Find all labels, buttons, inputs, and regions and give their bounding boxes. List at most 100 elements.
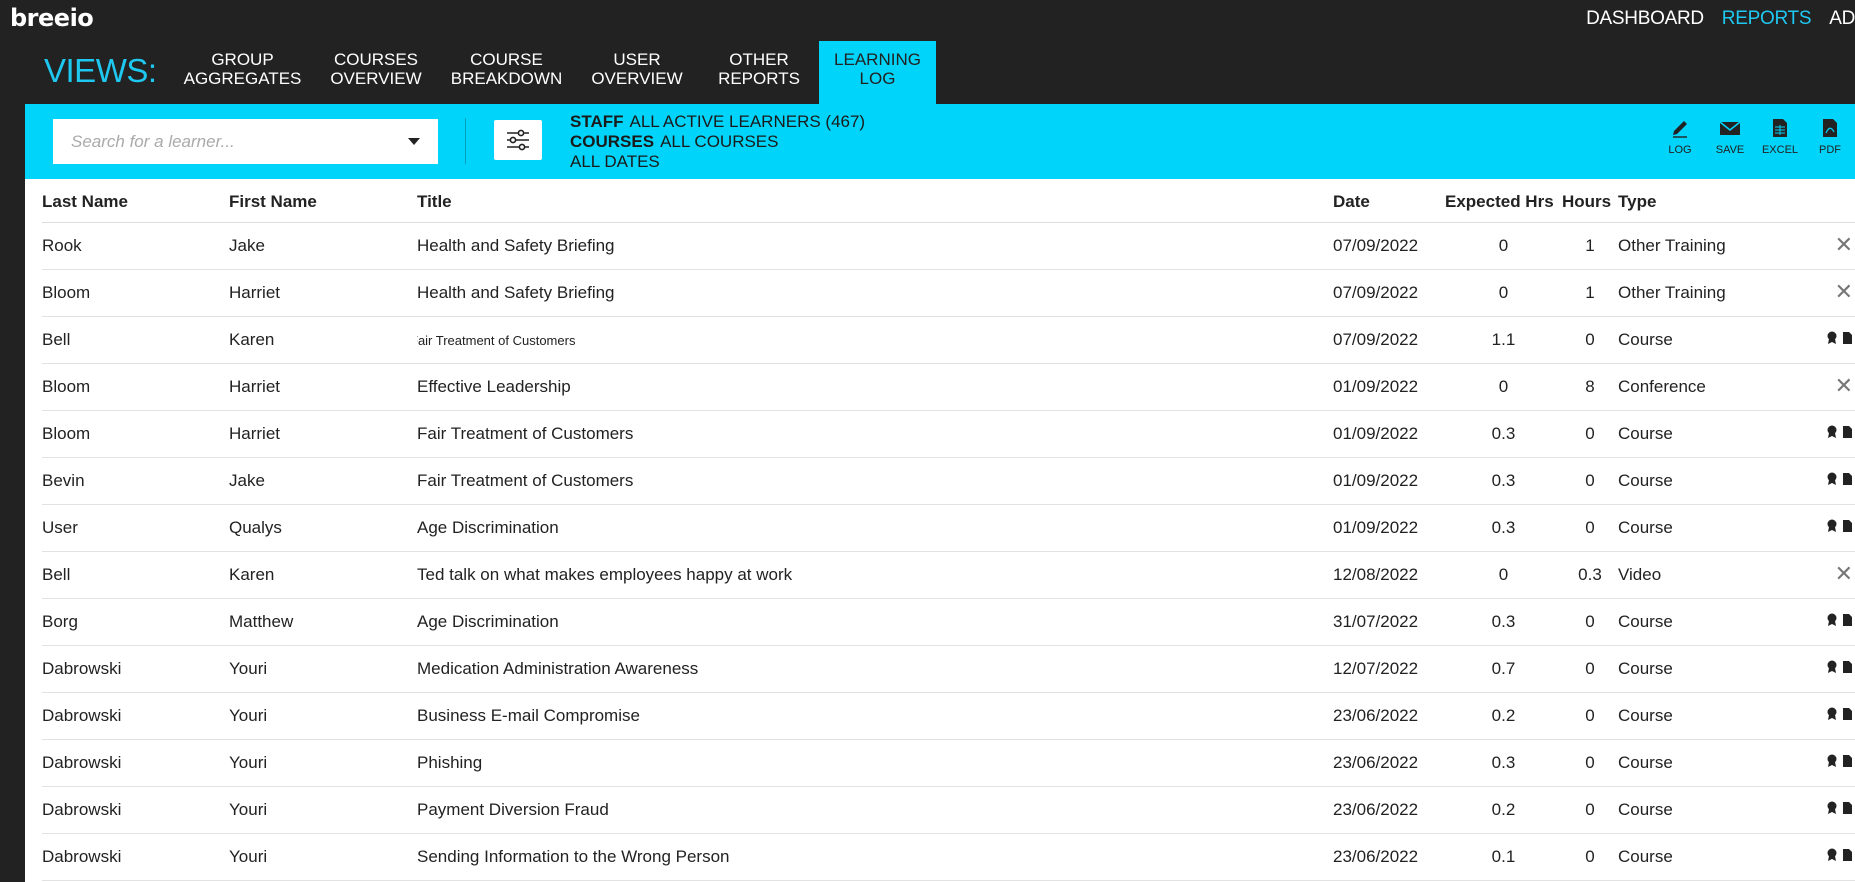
cell-hours: 0 [1562, 645, 1618, 693]
row-actions [1826, 660, 1853, 674]
breeio-logo[interactable]: breeio [10, 4, 94, 32]
table-row[interactable]: Bell Karen Ted talk on what makes employee… [42, 551, 1855, 599]
tab-learning-log[interactable]: LEARNING LOG [819, 41, 936, 104]
document-icon[interactable] [1842, 472, 1853, 486]
cell-hours: 1 [1562, 222, 1618, 270]
document-icon[interactable] [1842, 754, 1853, 768]
cell-last-name: Borg [42, 598, 229, 646]
cell-hours: 8 [1562, 363, 1618, 411]
column-header-last-name[interactable]: Last Name [42, 179, 229, 223]
cell-type: Course [1618, 786, 1778, 834]
tab-courses-overview[interactable]: COURSES OVERVIEW [314, 41, 438, 104]
table-row[interactable]: Bell Karen Fair Treatment of Customers 07/0… [42, 316, 1855, 364]
cell-actions [1778, 457, 1855, 505]
table-row[interactable]: Dabrowski Youri Phishing 23/06/2022 0.3 0 Cour… [42, 739, 1855, 787]
save-button[interactable]: SAVE [1705, 118, 1755, 156]
delete-icon[interactable]: ✕ [1835, 561, 1853, 586]
delete-icon[interactable]: ✕ [1835, 373, 1853, 398]
learner-search[interactable] [53, 119, 438, 164]
cell-type: Other Training [1618, 222, 1778, 270]
certificate-icon[interactable] [1826, 754, 1838, 768]
table-row[interactable]: Bloom Harriet Fair Treatment of Customers 0… [42, 410, 1855, 458]
column-header-expected-hrs[interactable]: Expected Hrs [1445, 179, 1562, 223]
tab-course-breakdown[interactable]: COURSE BREAKDOWN [438, 41, 575, 104]
table-row[interactable]: User Qualys Age Discrimination 01/09/2022 0.… [42, 504, 1855, 552]
cell-first-name: Jake [229, 222, 417, 270]
column-header-type[interactable]: Type [1618, 179, 1778, 223]
document-icon[interactable] [1842, 425, 1853, 439]
column-header-actions [1778, 179, 1855, 223]
chevron-down-icon[interactable] [408, 138, 420, 145]
excel-button[interactable]: EXCEL [1755, 118, 1805, 156]
document-icon[interactable] [1842, 707, 1853, 721]
nav-admin[interactable]: AD [1829, 8, 1855, 30]
column-header-date[interactable]: Date [1333, 179, 1445, 223]
cell-actions: ✕ [1778, 363, 1855, 411]
cell-actions [1778, 692, 1855, 740]
document-icon[interactable] [1842, 331, 1853, 345]
cell-title: Payment Diversion Fraud [417, 786, 1333, 834]
delete-icon[interactable]: ✕ [1835, 279, 1853, 304]
certificate-icon[interactable] [1826, 848, 1838, 862]
certificate-icon[interactable] [1826, 425, 1838, 439]
pdf-button[interactable]: PDF [1805, 118, 1855, 156]
table-row[interactable]: Dabrowski Youri Business E-mail Compromise… [42, 692, 1855, 740]
title-text: Fair Treatment of Customers [417, 423, 634, 443]
cell-title: Sending Information to the Wrong Person [417, 833, 1333, 881]
filter-courses[interactable]: COURSES ALL COURSES [570, 132, 865, 152]
tab-group-aggregates[interactable]: GROUP AGGREGATES [171, 41, 314, 104]
cell-actions: ✕ [1778, 551, 1855, 599]
log-button[interactable]: LOG [1655, 118, 1705, 156]
row-actions [1826, 707, 1853, 721]
document-icon[interactable] [1842, 801, 1853, 815]
document-icon[interactable] [1842, 519, 1853, 533]
cell-first-name: Harriet [229, 269, 417, 317]
column-header-title[interactable]: Title [417, 179, 1333, 223]
cell-first-name: Jake [229, 457, 417, 505]
certificate-icon[interactable] [1826, 660, 1838, 674]
table-row[interactable]: Dabrowski Youri Payment Diversion Fraud 23/… [42, 786, 1855, 834]
table-row[interactable]: Borg Matthew Age Discrimination 31/07/2022 0… [42, 598, 1855, 646]
search-input[interactable] [71, 131, 408, 152]
cell-expected-hrs: 0.3 [1445, 504, 1562, 552]
document-icon[interactable] [1842, 613, 1853, 627]
cell-hours: 0 [1562, 598, 1618, 646]
cell-title: Fair Treatment of Customers [417, 457, 1333, 505]
document-icon[interactable] [1842, 848, 1853, 862]
filter-staff[interactable]: STAFF ALL ACTIVE LEARNERS (467) [570, 112, 865, 132]
divider [465, 118, 466, 164]
column-header-first-name[interactable]: First Name [229, 179, 417, 223]
tab-other-reports[interactable]: OTHER REPORTS [699, 41, 819, 104]
cell-hours: 0.3 [1562, 551, 1618, 599]
filter-settings-button[interactable] [494, 120, 542, 160]
delete-icon[interactable]: ✕ [1835, 232, 1853, 257]
column-header-hours[interactable]: Hours [1562, 179, 1618, 223]
cell-expected-hrs: 0 [1445, 551, 1562, 599]
table-row[interactable]: Rook Jake Health and Safety Briefing 07/09/… [42, 222, 1855, 270]
certificate-icon[interactable] [1826, 472, 1838, 486]
certificate-icon[interactable] [1826, 801, 1838, 815]
cell-expected-hrs: 0 [1445, 363, 1562, 411]
table-row[interactable]: Bevin Jake Fair Treatment of Customers 01/0… [42, 457, 1855, 505]
certificate-icon[interactable] [1826, 707, 1838, 721]
document-icon[interactable] [1842, 660, 1853, 674]
table-row[interactable]: Dabrowski Youri Sending Information to the… [42, 833, 1855, 881]
cell-title: Ted talk on what makes employees happy a… [417, 551, 1333, 599]
title-text: Phishing [417, 752, 483, 772]
cell-date: 23/06/2022 [1333, 833, 1445, 881]
nav-dashboard[interactable]: DASHBOARD [1586, 8, 1704, 30]
table-row[interactable]: Bloom Harriet Health and Safety Briefing 07… [42, 269, 1855, 317]
nav-reports[interactable]: REPORTS [1722, 8, 1812, 30]
filter-dates[interactable]: ALL DATES [570, 152, 865, 172]
cell-expected-hrs: 0.3 [1445, 410, 1562, 458]
table-row[interactable]: Bloom Harriet Effective Leadership 01/09/20… [42, 363, 1855, 411]
views-tabs: GROUP AGGREGATES COURSES OVERVIEW COURSE BR… [171, 41, 936, 104]
certificate-icon[interactable] [1826, 519, 1838, 533]
certificate-icon[interactable] [1826, 613, 1838, 627]
tab-user-overview[interactable]: USER OVERVIEW [575, 41, 699, 104]
cell-type: Course [1618, 316, 1778, 364]
certificate-icon[interactable] [1826, 331, 1838, 345]
cell-actions [1778, 504, 1855, 552]
row-actions [1826, 613, 1853, 627]
table-row[interactable]: Dabrowski Youri Medication Administration … [42, 645, 1855, 693]
